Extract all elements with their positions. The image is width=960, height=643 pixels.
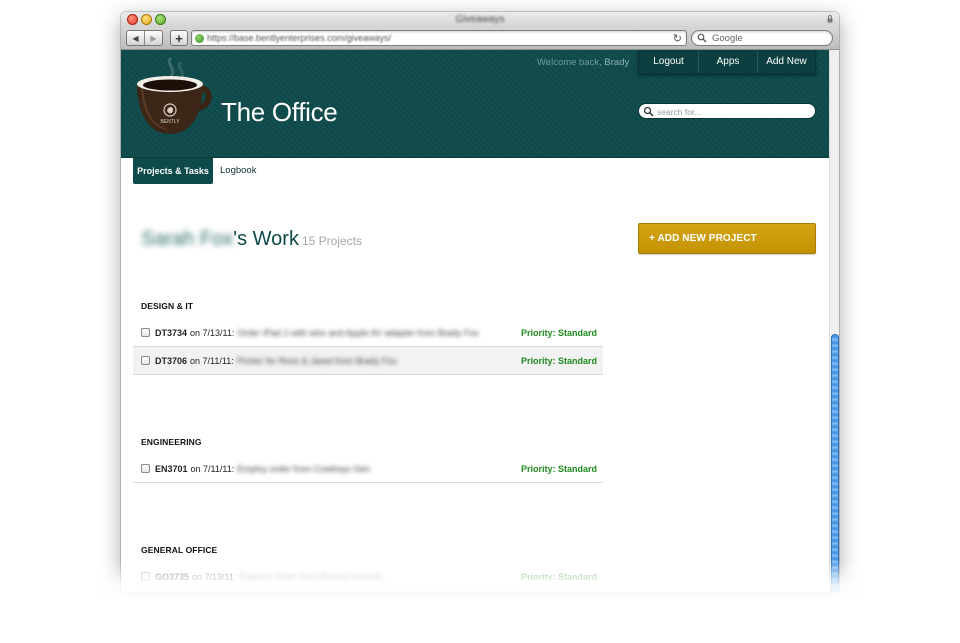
task-description: Express Order from Beauty Animals [239, 571, 383, 582]
forward-arrow-icon: ▶ [150, 33, 157, 43]
work-suffix: 's Work [233, 228, 299, 250]
table-row[interactable]: GO3735 on 7/13/11: Express Order from Be… [133, 563, 603, 591]
task-description: Order iPad 2 with wire and Apple AV adap… [237, 327, 479, 338]
address-bar[interactable]: https://base.bentlyenterprises.com/givea… [191, 30, 687, 46]
site-search-field[interactable] [638, 103, 816, 119]
project-count: 15 Projects [301, 234, 362, 248]
browser-search-placeholder: Google [712, 33, 743, 44]
page-viewport: Welcome back, Brady Logout Apps Add New … [121, 50, 839, 592]
add-new-button[interactable]: Add New [757, 50, 815, 73]
task-description: Employ order from Cowboys Gen [237, 463, 371, 474]
user-name: Brady [604, 57, 630, 68]
page-title: Sarah Fox's Work 15 Projects [141, 228, 362, 251]
browser-toolbar: ◀ ▶ + https://base.bentlyenterprises.com… [121, 28, 839, 50]
task-checkbox[interactable] [141, 328, 150, 337]
history-buttons: ◀ ▶ [126, 30, 163, 46]
apps-button[interactable]: Apps [698, 50, 757, 73]
reload-icon[interactable]: ↻ [673, 32, 682, 45]
priority-badge: Priority: Standard [520, 463, 597, 474]
tab-logbook[interactable]: Logbook [220, 165, 256, 176]
welcome-text: Welcome back, Brady [537, 57, 629, 68]
priority-badge: Priority: Standard [520, 355, 597, 366]
table-row[interactable]: DT3706 on 7/11/11: Printer for Ross & Ja… [133, 347, 603, 375]
task-date: on 7/13/11: [190, 327, 235, 338]
table-row[interactable]: EN3701 on 7/11/11: Employ order from Cow… [133, 455, 603, 483]
coffee-cup-logo-icon: BENTLY [137, 56, 212, 134]
back-button[interactable]: ◀ [127, 31, 144, 45]
section-title-engineering: ENGINEERING [141, 437, 202, 447]
site-search-input[interactable] [657, 105, 807, 118]
task-code: EN3701 [155, 463, 188, 474]
add-new-project-button[interactable]: + ADD NEW PROJECT [638, 223, 816, 254]
logo-text: BENTLY [160, 119, 180, 125]
task-description: Printer for Ross & Jared from Brady Fox [236, 355, 397, 366]
browser-search-field[interactable]: Google [691, 30, 833, 46]
task-date: on 7/13/11: [192, 571, 237, 582]
search-icon [643, 106, 654, 117]
site-title: The Office [221, 97, 338, 127]
section-title-design-it: DESIGN & IT [141, 301, 194, 311]
top-nav: Logout Apps Add New [638, 50, 816, 74]
vertical-scrollbar[interactable] [829, 50, 839, 592]
task-code: DT3734 [155, 327, 188, 338]
lock-icon [827, 15, 833, 23]
tab-projects-tasks[interactable]: Projects & Tasks [133, 158, 213, 184]
section-title-general-office: GENERAL OFFICE [141, 545, 218, 555]
forward-button[interactable]: ▶ [144, 31, 162, 45]
logout-button[interactable]: Logout [639, 50, 698, 73]
site-favicon-icon [195, 34, 204, 43]
title-bar: Giveaways [121, 12, 839, 28]
site-header: Welcome back, Brady Logout Apps Add New … [121, 50, 829, 158]
task-code: GO3735 [155, 571, 190, 582]
back-arrow-icon: ◀ [132, 33, 139, 43]
scrollbar-thumb[interactable] [831, 334, 839, 592]
task-date: on 7/11/11: [190, 355, 234, 366]
priority-badge: Priority: Standard [520, 327, 597, 338]
task-checkbox[interactable] [141, 356, 150, 365]
add-bookmark-button[interactable]: + [170, 30, 188, 46]
task-code: DT3706 [155, 355, 188, 366]
search-icon [697, 33, 707, 43]
browser-window: Giveaways ◀ ▶ + https://base.bentlyenter… [121, 12, 839, 592]
window-title: Giveaways [455, 14, 505, 25]
owner-name: Sarah Fox [141, 228, 234, 250]
priority-badge: Priority: Standard [520, 571, 597, 582]
task-checkbox[interactable] [141, 572, 150, 581]
task-checkbox[interactable] [141, 464, 150, 473]
plus-icon: + [175, 30, 183, 46]
task-date: on 7/11/11: [190, 463, 235, 474]
welcome-prefix: Welcome back, [537, 57, 602, 68]
url-text: https://base.bentlyenterprises.com/givea… [207, 33, 392, 43]
table-row[interactable]: DT3734 on 7/13/11: Order iPad 2 with wir… [133, 319, 603, 347]
